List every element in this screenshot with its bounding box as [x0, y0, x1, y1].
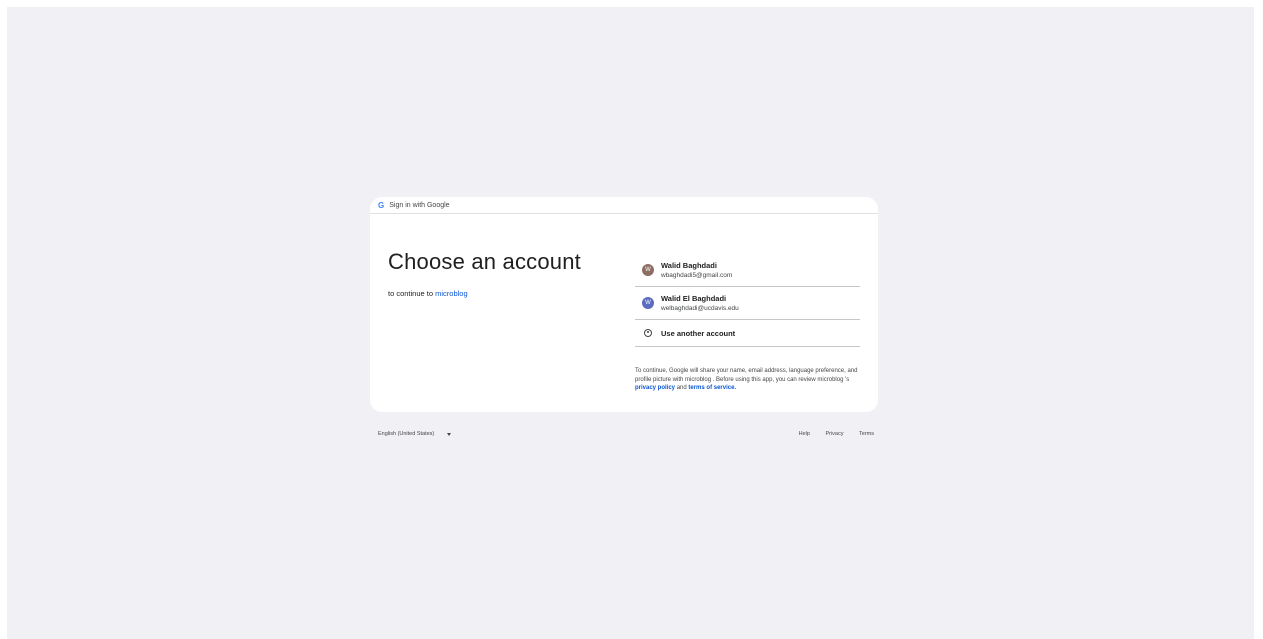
use-another-account-button[interactable]: Use another account — [635, 320, 860, 347]
sharing-notice: To continue, Google will share your name… — [635, 367, 860, 393]
account-text: Walid Baghdadi wbaghdadi5@gmail.com — [661, 261, 732, 279]
google-logo-icon: G — [378, 200, 385, 210]
subtitle: to continue to microblog — [388, 289, 581, 298]
notice-end: . — [734, 385, 737, 391]
left-panel: Choose an account to continue to microbl… — [388, 249, 581, 298]
avatar: W — [642, 264, 654, 276]
footer-links: Help Privacy Terms — [785, 431, 874, 437]
language-selector[interactable]: English (United States) — [378, 431, 452, 437]
footer: English (United States) Help Privacy Ter… — [378, 431, 874, 437]
use-another-account-label: Use another account — [661, 328, 736, 338]
account-list: W Walid Baghdadi wbaghdadi5@gmail.com W … — [635, 254, 860, 393]
terms-link[interactable]: Terms — [859, 431, 874, 437]
account-text: Walid El Baghdadi welbaghdadi@ucdavis.ed… — [661, 294, 739, 312]
app-name-link[interactable]: microblog — [435, 289, 468, 298]
page-title: Choose an account — [388, 249, 581, 274]
account-item[interactable]: W Walid El Baghdadi welbaghdadi@ucdavis.… — [635, 287, 860, 320]
privacy-link[interactable]: Privacy — [825, 431, 843, 437]
privacy-policy-link[interactable]: privacy policy — [635, 385, 675, 391]
account-circle-icon — [644, 329, 652, 337]
terms-of-service-link[interactable]: terms of service — [688, 385, 734, 391]
header-label: Sign in with Google — [389, 201, 450, 209]
notice-text: To continue, Google will share your name… — [635, 368, 858, 383]
account-item[interactable]: W Walid Baghdadi wbaghdadi5@gmail.com — [635, 254, 860, 287]
account-email: wbaghdadi5@gmail.com — [661, 272, 733, 279]
caret-down-icon — [447, 432, 452, 436]
account-name: Walid Baghdadi — [661, 261, 717, 270]
help-link[interactable]: Help — [799, 431, 810, 437]
card-header: G Sign in with Google — [370, 197, 878, 214]
notice-and: and — [675, 385, 689, 391]
language-label: English (United States) — [378, 431, 435, 437]
account-chooser-card: G Sign in with Google Choose an account … — [370, 197, 878, 412]
subtitle-prefix: to continue to — [388, 289, 436, 298]
account-email: welbaghdadi@ucdavis.edu — [661, 305, 739, 312]
account-name: Walid El Baghdadi — [661, 294, 727, 303]
avatar: W — [642, 297, 654, 309]
